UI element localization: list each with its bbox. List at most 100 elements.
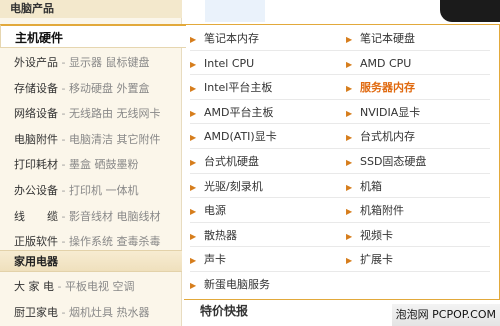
category-sub-link[interactable]: 打印机 [69,184,102,197]
category-row[interactable]: 线 缆 - 影音线材 电脑线材 [0,204,182,230]
flyout-item-label[interactable]: 机箱 [360,180,382,193]
flyout-item-label[interactable]: 散热器 [204,229,237,242]
category-row-name[interactable]: 存储设备 [14,82,58,95]
flyout-item[interactable]: ▶ 电源 [190,199,226,223]
active-category-host-hardware[interactable]: 主机硬件 [0,24,186,48]
flyout-item-label[interactable]: Intel平台主板 [204,81,272,94]
category-row-name[interactable]: 办公设备 [14,184,58,197]
flyout-item[interactable]: ▶ 服务器内存 [346,76,415,100]
flyout-item-label[interactable]: 台式机硬盘 [204,155,259,168]
flyout-item[interactable]: ▶ 扩展卡 [346,248,393,272]
flyout-item-label[interactable]: 声卡 [204,253,226,266]
category-sub-link[interactable]: 电脑线材 [113,210,160,223]
flyout-item[interactable]: ▶ 声卡 [190,248,226,272]
category-sub-link[interactable]: 电脑清洁 [69,133,113,146]
category-row[interactable]: 电脑附件 - 电脑清洁 其它附件 [0,127,182,153]
flyout-item-label[interactable]: SSD固态硬盘 [360,155,426,168]
top-category-header[interactable]: 电脑产品 [0,0,182,18]
flyout-item[interactable]: ▶ SSD固态硬盘 [346,150,426,174]
flyout-divider [190,123,490,125]
flyout-item[interactable]: ▶ NVIDIA显卡 [346,101,420,125]
category-sub-link[interactable]: 无线路由 [69,107,113,120]
category-sub-link[interactable]: 操作系统 [69,235,113,248]
category-sub-link[interactable]: 鼠标键盘 [102,56,149,69]
category-row-name[interactable]: 外设产品 [14,56,58,69]
arrow-icon: ▶ [190,231,197,241]
category-row-name[interactable]: 正版软件 [14,235,58,248]
separator: - [58,56,69,69]
flyout-divider [190,271,490,272]
flyout-item-label[interactable]: 新蛋电脑服务 [204,278,270,291]
flyout-item[interactable]: ▶ Intel平台主板 [190,76,272,100]
category-sub-link[interactable]: 影音线材 [69,210,113,223]
separator: - [58,209,69,223]
category-sub-link[interactable]: 移动硬盘 [69,82,113,95]
flyout-item[interactable]: ▶ AMD(ATI)显卡 [190,125,277,149]
category-row[interactable]: 存储设备 - 移动硬盘 外置盒 [0,76,182,102]
separator: - [54,280,65,293]
category-row[interactable]: 打印耗材 - 墨盒 硒鼓墨粉 [0,152,182,178]
flyout-item[interactable]: ▶ 笔记本内存 [190,27,259,51]
flyout-item-label[interactable]: AMD(ATI)显卡 [204,130,277,143]
flyout-item[interactable]: ▶ AMD CPU [346,52,411,76]
home-category-row[interactable]: 大 家 电 - 平板电视 空调 [0,274,182,300]
flyout-item-label[interactable]: 机箱附件 [360,204,404,217]
category-row[interactable]: 外设产品 - 显示器 鼠标键盘 [0,50,182,76]
flyout-item-label[interactable]: AMD平台主板 [204,106,274,119]
flyout-item[interactable]: ▶ 视频卡 [346,224,393,248]
arrow-icon: ▶ [346,133,353,143]
arrow-icon: ▶ [346,84,353,94]
flyout-item-label[interactable]: AMD CPU [360,57,411,70]
category-row-name[interactable]: 线 缆 [14,210,58,223]
flyout-item[interactable]: ▶ 光驱/刻录机 [190,175,263,199]
flyout-item-label[interactable]: 笔记本硬盘 [360,32,415,45]
flyout-item-label[interactable]: 视频卡 [360,229,393,242]
arrow-icon: ▶ [190,207,197,217]
arrow-icon: ▶ [190,35,197,44]
flyout-item[interactable]: ▶ 台式机硬盘 [190,150,259,174]
arrow-icon: ▶ [190,59,197,69]
flyout-item-label[interactable]: 笔记本内存 [204,32,259,45]
flyout-item-label[interactable]: 服务器内存 [360,81,415,94]
category-row-name[interactable]: 网络设备 [14,107,58,120]
category-sub-link[interactable]: 显示器 [69,56,102,69]
home-category-sub-link[interactable]: 空调 [109,280,134,293]
flyout-item-label[interactable]: Intel CPU [204,57,254,70]
home-category-row[interactable]: 厨卫家电 - 烟机灶具 热水器 [0,300,182,326]
flyout-item[interactable]: ▶ 台式机内存 [346,125,415,149]
category-row[interactable]: 网络设备 - 无线路由 无线网卡 [0,101,182,127]
home-category-sub-link[interactable]: 平板电视 [65,280,109,293]
home-category-sub-link[interactable]: 热水器 [113,306,149,319]
flyout-item-label[interactable]: 电源 [204,204,226,217]
flyout-divider [190,98,490,100]
home-category-row-name[interactable]: 厨卫家电 [14,306,58,319]
category-sub-link[interactable]: 无线网卡 [113,107,160,120]
flyout-item[interactable]: ▶ 笔记本硬盘 [346,27,415,51]
flyout-item[interactable]: ▶ 机箱附件 [346,199,404,223]
category-sub-link[interactable]: 其它附件 [113,133,160,146]
category-sub-link[interactable]: 查毒杀毒 [113,235,160,248]
separator: - [58,107,69,121]
flyout-item[interactable]: ▶ 散热器 [190,224,237,248]
flyout-item-label[interactable]: NVIDIA显卡 [360,106,420,119]
category-sub-link[interactable]: 外置盒 [113,82,149,95]
category-row-name[interactable]: 打印耗材 [14,158,58,171]
arrow-icon: ▶ [346,108,353,118]
phone-image [440,0,500,22]
flyout-item[interactable]: ▶ AMD平台主板 [190,101,274,125]
category-sub-link[interactable]: 墨盒 [69,158,91,171]
home-appliance-header[interactable]: 家用电器 [0,250,182,272]
home-category-row-name[interactable]: 大 家 电 [14,280,54,293]
flyout-item[interactable]: ▶ Intel CPU [190,52,254,76]
flyout-item[interactable]: ▶ 机箱 [346,175,382,199]
flyout-item[interactable]: ▶ 新蛋电脑服务 [190,273,270,297]
flyout-item-label[interactable]: 台式机内存 [360,130,415,143]
category-sub-link[interactable]: 硒鼓墨粉 [91,158,138,171]
flyout-item-label[interactable]: 扩展卡 [360,253,393,266]
category-row-name[interactable]: 电脑附件 [14,133,58,146]
category-row[interactable]: 办公设备 - 打印机 一体机 [0,178,182,204]
flyout-item-label[interactable]: 光驱/刻录机 [204,180,263,193]
flyout-divider [190,197,490,199]
home-category-sub-link[interactable]: 烟机灶具 [69,306,113,319]
category-sub-link[interactable]: 一体机 [102,184,138,197]
